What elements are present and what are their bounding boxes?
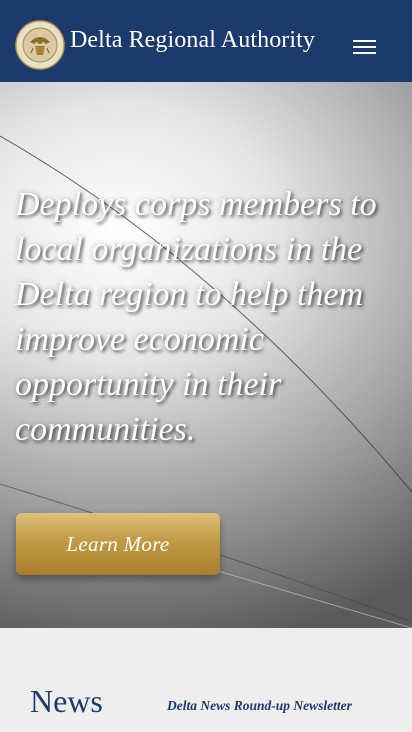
news-heading: News bbox=[30, 683, 103, 719]
hero-headline: Deploys corps members to local organizat… bbox=[15, 186, 377, 448]
site-header: Delta Regional Authority bbox=[0, 0, 412, 82]
dra-seal-icon bbox=[15, 20, 65, 70]
news-section: News Delta News Round-up Newsletter bbox=[0, 628, 412, 732]
hero-banner: Deploys corps members to local organizat… bbox=[0, 82, 412, 628]
newsletter-link[interactable]: Delta News Round-up Newsletter bbox=[167, 698, 352, 714]
site-title: Delta Regional Authority bbox=[70, 27, 316, 53]
learn-more-button[interactable]: Learn More bbox=[16, 513, 220, 575]
hamburger-menu-button[interactable] bbox=[350, 33, 380, 59]
